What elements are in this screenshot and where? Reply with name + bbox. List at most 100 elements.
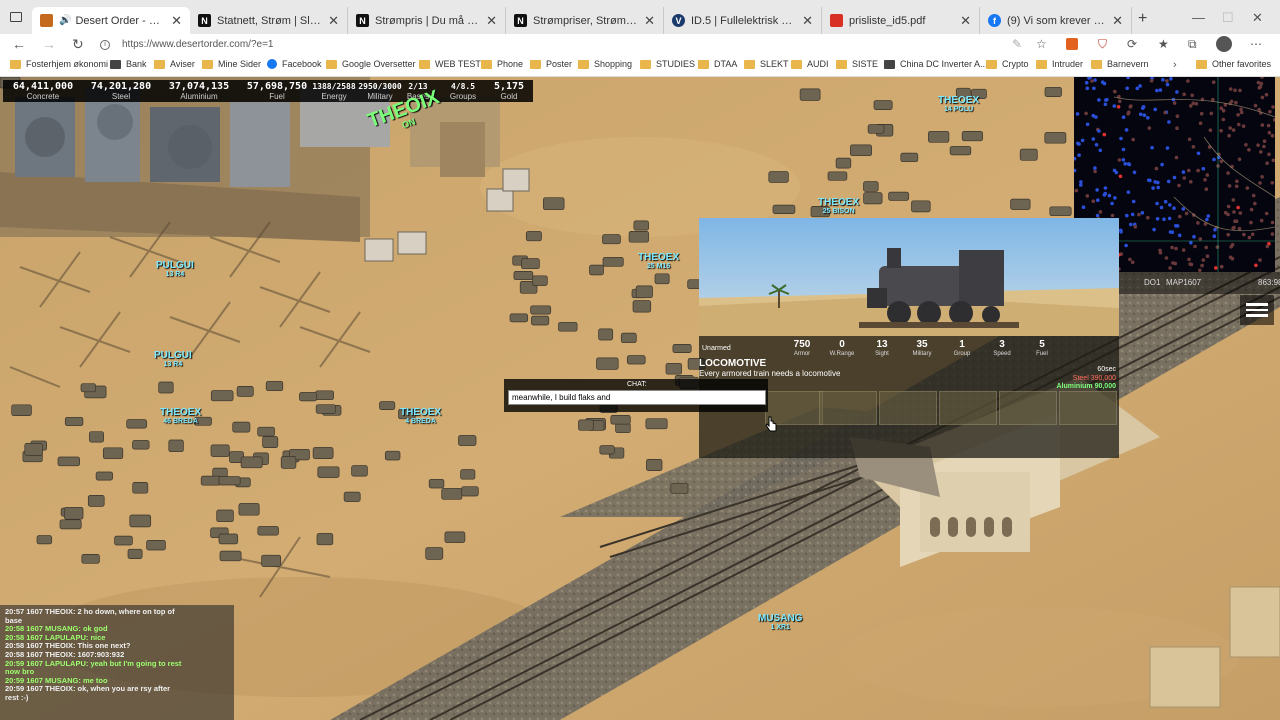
vehicle-unit[interactable] (835, 157, 852, 169)
favorites-icon[interactable]: ★ (1158, 37, 1169, 51)
vehicle-unit[interactable] (635, 285, 653, 299)
vehicle-unit[interactable] (219, 550, 242, 562)
vehicle-unit[interactable] (928, 130, 950, 143)
bookmark-item[interactable]: Facebook (267, 59, 322, 69)
bookmark-item[interactable]: Poster (530, 59, 572, 69)
vehicle-unit[interactable] (670, 482, 689, 494)
speaker-icon[interactable]: 🔊 (59, 15, 71, 26)
vehicle-unit[interactable] (102, 447, 124, 460)
build-slot-supply-wagon[interactable] (999, 391, 1057, 425)
vehicle-unit[interactable] (146, 540, 166, 551)
vehicle-unit[interactable] (632, 300, 652, 313)
vehicle-unit[interactable] (615, 422, 631, 434)
vehicle-unit[interactable] (850, 144, 872, 157)
bookmark-item[interactable]: China DC Inverter A... (884, 59, 988, 69)
vehicle-unit[interactable] (280, 456, 297, 469)
vehicle-unit[interactable] (236, 386, 254, 397)
vehicle-unit[interactable] (238, 503, 260, 516)
vehicle-unit[interactable] (95, 471, 113, 481)
avatar[interactable] (1216, 36, 1232, 52)
vehicle-unit[interactable] (257, 526, 279, 536)
hamburger-menu-icon[interactable] (1240, 295, 1274, 325)
unit-label[interactable]: PULGUI 13 R4 (154, 350, 192, 369)
window-menu-icon[interactable] (10, 12, 22, 22)
build-slot-artillery-wagon[interactable] (879, 391, 937, 425)
forward-arrow-icon[interactable]: → (42, 36, 56, 52)
vehicle-unit[interactable] (1049, 206, 1072, 217)
vehicle-unit[interactable] (543, 197, 565, 211)
vehicle-unit[interactable] (316, 533, 334, 546)
vehicle-unit[interactable] (461, 486, 479, 497)
vehicle-unit[interactable] (1019, 148, 1038, 161)
bookmark-item[interactable]: Aviser (154, 59, 195, 69)
vehicle-unit[interactable] (458, 435, 477, 446)
unit-label[interactable]: MUSANG 1 XR1 (758, 613, 802, 632)
vehicle-unit[interactable] (873, 100, 893, 110)
vehicle-unit[interactable] (645, 418, 668, 430)
vehicle-unit[interactable] (168, 439, 184, 453)
vehicle-unit[interactable] (599, 445, 615, 455)
vehicle-unit[interactable] (768, 171, 789, 183)
vehicle-unit[interactable] (646, 459, 663, 471)
vehicle-unit[interactable] (317, 466, 340, 478)
close-icon[interactable]: ✕ (644, 13, 655, 29)
vehicle-unit[interactable] (620, 332, 637, 344)
vehicle-unit[interactable] (558, 321, 578, 332)
bookmark-item[interactable]: Phone (481, 59, 523, 69)
vehicle-unit[interactable] (218, 476, 241, 486)
vehicle-unit[interactable] (57, 456, 80, 467)
unit-label[interactable]: PULGUI 13 R4 (156, 260, 194, 279)
vehicle-unit[interactable] (351, 465, 368, 477)
vehicle-unit[interactable] (64, 416, 84, 427)
vehicle-unit[interactable] (441, 488, 463, 500)
refresh-icon[interactable]: ↻ (72, 36, 84, 53)
vehicle-unit[interactable] (114, 535, 133, 546)
close-icon[interactable]: ✕ (960, 13, 971, 29)
vehicle-unit[interactable] (949, 146, 972, 156)
vehicle-unit[interactable] (596, 357, 619, 370)
vehicle-unit[interactable] (1010, 198, 1031, 210)
vehicle-unit[interactable] (900, 152, 919, 163)
new-tab-button[interactable]: + (1138, 10, 1147, 28)
vehicle-unit[interactable] (158, 381, 174, 394)
minimize-button[interactable]: — (1192, 10, 1205, 25)
tab-strompriser[interactable]: N Strømpriser, Strømproduksjon | ✕ (506, 7, 664, 34)
vehicle-unit[interactable] (216, 509, 234, 523)
vehicle-unit[interactable] (530, 305, 552, 315)
url-field[interactable]: i https://www.desertorder.com/?e=1 (100, 35, 1040, 54)
vehicle-unit[interactable] (265, 380, 284, 392)
vehicle-unit[interactable] (63, 506, 84, 520)
vehicle-unit[interactable] (628, 231, 649, 243)
vehicle-unit[interactable] (11, 404, 32, 416)
vehicle-unit[interactable] (521, 258, 540, 270)
unit-build-panel[interactable]: Unarmed Locomotive Every armored train n… (699, 218, 1119, 458)
chat-log[interactable]: 20:57 1607 THEOIX: 2 ho down, where on t… (0, 605, 234, 720)
vehicle-unit[interactable] (210, 390, 234, 402)
vehicle-unit[interactable] (589, 264, 604, 276)
vehicle-unit[interactable] (36, 535, 53, 545)
other-favorites[interactable]: Other favorites (1196, 59, 1271, 69)
unit-label[interactable]: THEOEX 4 BREDA (400, 407, 441, 426)
tab-statnett[interactable]: N Statnett, Strøm | Slik jobbet stat ✕ (190, 7, 348, 34)
vehicle-unit[interactable] (89, 431, 104, 443)
vehicle-unit[interactable] (126, 419, 147, 429)
bookmark-item[interactable]: Shopping (578, 59, 632, 69)
bookmark-item[interactable]: DTAA (698, 59, 737, 69)
vehicle-unit[interactable] (799, 88, 821, 101)
vehicle-unit[interactable] (602, 256, 624, 267)
unit-label[interactable]: THEOEX 14 POLU (938, 95, 979, 114)
vehicle-unit[interactable] (261, 554, 282, 567)
collections-icon[interactable]: ⧉ (1188, 37, 1197, 52)
unit-label[interactable]: THEOEX 25 M16 (638, 252, 679, 271)
tab-strompris[interactable]: N Strømpris | Du må betale rekord ✕ (348, 7, 506, 34)
refresh-extension-icon[interactable]: ⟳ (1127, 37, 1137, 51)
vehicle-unit[interactable] (863, 192, 883, 205)
bookmark-item[interactable]: Intruder (1036, 59, 1083, 69)
vehicle-unit[interactable] (129, 514, 152, 528)
vehicle-unit[interactable] (1044, 86, 1062, 97)
vehicle-unit[interactable] (127, 548, 143, 559)
vehicle-unit[interactable] (531, 315, 550, 326)
vehicle-unit[interactable] (299, 392, 318, 402)
bookmark-item[interactable]: AUDI (791, 59, 829, 69)
vehicle-unit[interactable] (654, 273, 670, 285)
